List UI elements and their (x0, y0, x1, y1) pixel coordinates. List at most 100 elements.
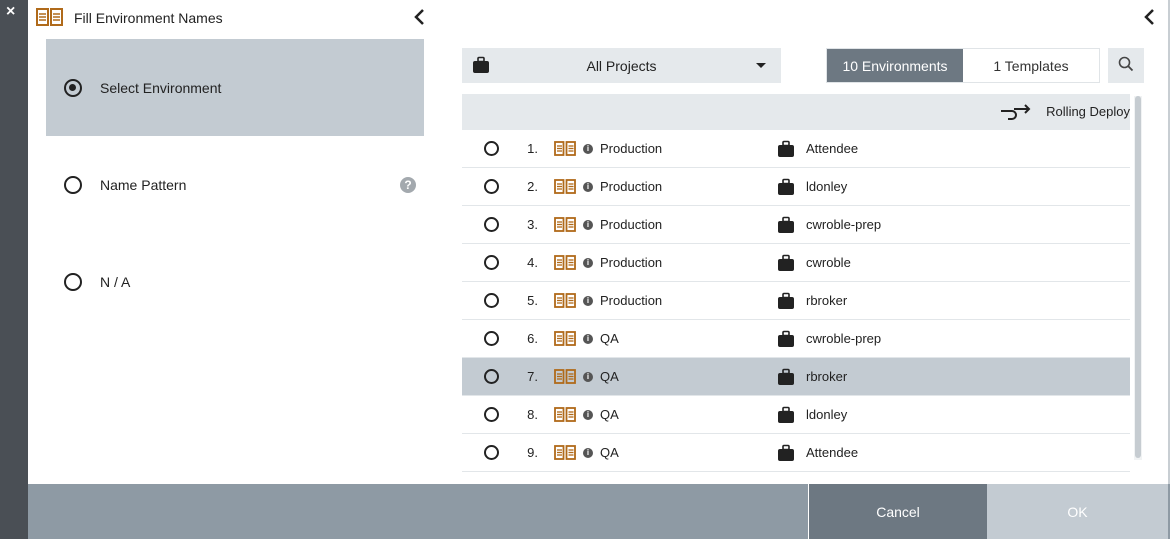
project-name: Attendee (806, 141, 859, 156)
env-columns-icon (554, 331, 576, 349)
briefcase-icon (777, 330, 795, 351)
environment-list-panel: All Projects 10 Environments 1 Templates… (444, 0, 1168, 484)
radio-button[interactable] (484, 369, 499, 384)
rolling-deploy-icon (1000, 104, 1032, 125)
tab-templates[interactable]: 1 Templates (963, 49, 1099, 82)
toolbar: All Projects 10 Environments 1 Templates (462, 48, 1168, 84)
row-number: 5. (527, 293, 538, 308)
env-columns-icon (554, 217, 576, 235)
option-label: Name Pattern (100, 176, 187, 193)
option-label: N / A (100, 273, 131, 290)
table-row[interactable]: 4. i Production cwroble (462, 244, 1130, 282)
environment-name: QA (600, 331, 619, 346)
fill-environment-panel: Fill Environment Names Select Environmen… (28, 0, 438, 484)
row-number: 8. (527, 407, 538, 422)
project-filter-value: All Projects (586, 57, 657, 74)
tab-environments[interactable]: 10 Environments (827, 49, 963, 82)
project-filter-select[interactable]: All Projects (462, 48, 781, 83)
table-row[interactable]: 1. i Production Attendee (462, 130, 1130, 168)
cancel-button[interactable]: Cancel (808, 484, 987, 539)
close-icon[interactable]: × (6, 3, 15, 21)
project-name: rbroker (806, 369, 848, 384)
briefcase-icon (777, 444, 795, 465)
radio-button[interactable] (484, 179, 499, 194)
briefcase-icon (777, 292, 795, 313)
chevron-left-icon[interactable] (1142, 8, 1156, 26)
info-icon[interactable]: i (583, 448, 593, 458)
search-button[interactable] (1108, 48, 1144, 83)
panel-title: Fill Environment Names (74, 10, 223, 26)
row-number: 3. (527, 217, 538, 232)
env-columns-icon (554, 293, 576, 311)
project-name: cwroble-prep (806, 331, 882, 346)
environment-name: QA (600, 445, 619, 460)
env-columns-icon (554, 255, 576, 273)
project-name: ldonley (806, 179, 848, 194)
ok-button[interactable]: OK (987, 484, 1168, 539)
briefcase-icon (777, 406, 795, 427)
briefcase-icon (777, 216, 795, 237)
deploy-mode-label: Rolling Deploy (1046, 104, 1130, 119)
row-number: 4. (527, 255, 538, 270)
radio-button[interactable] (484, 407, 499, 422)
row-number: 1. (527, 141, 538, 156)
table-row[interactable]: 3. i Production cwroble-prep (462, 206, 1130, 244)
scrollbar[interactable] (1134, 96, 1142, 460)
radio-button[interactable] (64, 78, 82, 97)
search-icon (1118, 56, 1134, 75)
info-icon[interactable]: i (583, 334, 593, 344)
radio-button[interactable] (484, 141, 499, 156)
table-row[interactable]: 7. i QA rbroker (462, 358, 1130, 396)
dialog-footer: Cancel OK (28, 484, 1170, 539)
env-columns-icon (554, 445, 576, 463)
chevron-left-icon[interactable] (412, 8, 426, 26)
info-icon[interactable]: i (583, 182, 593, 192)
info-icon[interactable]: i (583, 372, 593, 382)
info-icon[interactable]: i (583, 410, 593, 420)
help-icon[interactable]: ? (400, 176, 416, 193)
table-row[interactable]: 8. i QA ldonley (462, 396, 1130, 434)
radio-button[interactable] (484, 217, 499, 232)
briefcase-icon (777, 254, 795, 275)
option-name-pattern[interactable]: Name Pattern ? (46, 136, 424, 233)
environment-name: Production (600, 293, 663, 308)
panel-header: Fill Environment Names (28, 0, 438, 36)
env-columns-icon (554, 407, 576, 425)
scrollbar-thumb[interactable] (1135, 96, 1141, 458)
option-label: Select Environment (100, 79, 222, 96)
environment-name: Production (600, 179, 663, 194)
radio-button[interactable] (64, 272, 82, 291)
briefcase-icon (777, 178, 795, 199)
table-row[interactable]: 2. i Production ldonley (462, 168, 1130, 206)
info-icon[interactable]: i (583, 296, 593, 306)
info-icon[interactable]: i (583, 220, 593, 230)
info-icon[interactable]: i (583, 258, 593, 268)
info-icon[interactable]: i (583, 144, 593, 154)
project-name: ldonley (806, 407, 848, 422)
radio-button[interactable] (64, 175, 82, 194)
environment-name: QA (600, 369, 619, 384)
option-na[interactable]: N / A (46, 233, 424, 330)
radio-button[interactable] (484, 331, 499, 346)
row-number: 7. (527, 369, 538, 384)
radio-button[interactable] (484, 293, 499, 308)
table-row[interactable]: 9. i QA Attendee (462, 434, 1130, 472)
radio-button[interactable] (484, 255, 499, 270)
environment-table: Rolling Deploy 1. i Production Attendee 2. i P… (462, 94, 1130, 484)
project-name: Attendee (806, 445, 859, 460)
table-row[interactable]: 6. i QA cwroble-prep (462, 320, 1130, 358)
table-header: Rolling Deploy (462, 94, 1130, 130)
radio-button[interactable] (484, 445, 499, 460)
option-select-environment[interactable]: Select Environment (46, 39, 424, 136)
view-toggle: 10 Environments 1 Templates (826, 48, 1100, 83)
env-columns-icon (554, 179, 576, 197)
left-strip: × (0, 0, 28, 539)
briefcase-icon (777, 368, 795, 389)
row-number: 6. (527, 331, 538, 346)
caret-down-icon (756, 63, 766, 68)
table-row[interactable]: 5. i Production rbroker (462, 282, 1130, 320)
row-number: 2. (527, 179, 538, 194)
row-number: 9. (527, 445, 538, 460)
project-name: cwroble (806, 255, 851, 270)
environment-name: Production (600, 217, 663, 232)
